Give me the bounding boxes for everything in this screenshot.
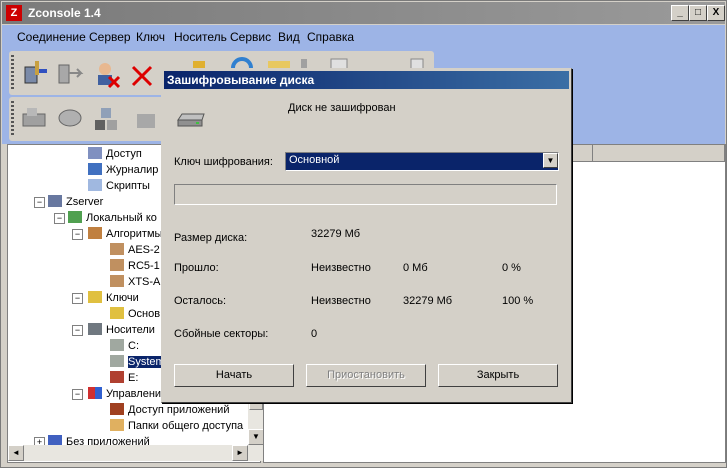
algorithm-icon <box>110 243 124 255</box>
bad-sectors-label: Сбойные секторы: <box>174 328 269 340</box>
pause-button[interactable]: Приостановить <box>306 364 426 387</box>
bad-sectors-value: 0 <box>311 328 318 340</box>
key-label: Ключ шифрования: <box>174 156 273 168</box>
tree-node-xts[interactable]: XTS-A <box>110 275 160 290</box>
tree-toggle-media[interactable]: − <box>72 325 83 336</box>
disk-icon <box>177 113 205 127</box>
app-access-icon <box>110 403 124 415</box>
menu-connection[interactable]: Соединение <box>17 30 86 44</box>
disk-tool-icon[interactable] <box>55 104 85 134</box>
scroll-right-icon[interactable]: ► <box>232 445 248 461</box>
tree-node-main-key[interactable]: Основ <box>110 307 160 322</box>
tree-node-app-access[interactable]: Доступ приложений <box>110 403 229 418</box>
menu-help[interactable]: Справка <box>307 30 354 44</box>
tree-node-keys[interactable]: Ключи <box>88 291 139 306</box>
tree-node-management[interactable]: Управлени <box>88 387 161 402</box>
menu-key[interactable]: Ключ <box>136 30 165 44</box>
remaining-percent: 100 % <box>502 295 534 307</box>
tree-toggle-management[interactable]: − <box>72 389 83 400</box>
decrypt-tool-icon[interactable] <box>131 104 161 134</box>
tree-toggle-keys[interactable]: − <box>72 293 83 304</box>
remaining-label: Осталось: <box>174 295 227 307</box>
chevron-down-icon[interactable]: ▼ <box>543 153 558 168</box>
disk-status-text: Диск не зашифрован <box>288 102 396 114</box>
drive-icon <box>110 339 124 351</box>
tree-toggle-algorithms[interactable]: − <box>72 229 83 240</box>
tree-node-aes[interactable]: AES-2 <box>110 243 160 258</box>
algorithm-icon <box>110 259 124 271</box>
maximize-button[interactable]: □ <box>689 5 707 21</box>
tree-node-access[interactable]: Доступ <box>88 147 142 162</box>
start-button[interactable]: Начать <box>174 364 294 387</box>
app-logo-icon: Z <box>6 5 22 21</box>
shared-folders-icon <box>110 419 124 431</box>
algorithm-icon <box>110 275 124 287</box>
toolbar-grip[interactable] <box>11 55 14 91</box>
tree-toggle-local[interactable]: − <box>54 213 65 224</box>
toolbar-grip-2[interactable] <box>11 101 14 137</box>
dialog-title[interactable]: Зашифровывание диска <box>164 71 569 89</box>
disk-size-label: Размер диска: <box>174 232 248 244</box>
delete-icon[interactable] <box>127 59 157 89</box>
key-select-value: Основной <box>289 154 340 166</box>
scroll-left-icon[interactable]: ◄ <box>8 445 24 461</box>
elapsed-size: 0 Мб <box>403 262 428 274</box>
encrypt-disk-dialog: Зашифровывание диска Диск не зашифрован … <box>161 68 572 403</box>
scroll-down-icon[interactable]: ▼ <box>248 429 264 445</box>
key-select[interactable]: Основной ▼ <box>285 152 559 171</box>
menu-view[interactable]: Вид <box>278 30 300 44</box>
minimize-button[interactable]: _ <box>671 5 689 21</box>
column-header-2[interactable] <box>593 145 725 162</box>
server-connect-icon[interactable] <box>55 57 85 87</box>
elapsed-percent: 0 % <box>502 262 521 274</box>
tree-node-rc5[interactable]: RC5-1 <box>110 259 160 274</box>
tree-node-system[interactable]: System <box>110 355 165 370</box>
menu-server[interactable]: Сервер <box>89 30 131 44</box>
tree-horizontal-scrollbar[interactable] <box>8 445 264 461</box>
remaining-time: Неизвестно <box>311 295 371 307</box>
close-dialog-button[interactable]: Закрыть <box>438 364 558 387</box>
key-icon <box>110 307 124 319</box>
algorithms-icon <box>88 227 102 239</box>
elapsed-label: Прошло: <box>174 262 219 274</box>
tree-node-drive-e[interactable]: E: <box>110 371 138 386</box>
tree-node-scripts[interactable]: Скрипты <box>88 179 150 194</box>
menu-media[interactable]: Носитель <box>174 30 227 44</box>
menu-bar: Соединение Сервер Ключ Носитель Сервис В… <box>2 25 725 48</box>
tree-toggle-zserver[interactable]: − <box>34 197 45 208</box>
disk-size-value: 32279 Мб <box>311 228 361 240</box>
connect-icon[interactable] <box>21 57 51 87</box>
tree-node-zserver[interactable]: Zserver <box>48 195 103 210</box>
drive-icon <box>110 355 124 367</box>
journal-icon <box>88 163 102 175</box>
scripts-icon <box>88 179 102 191</box>
tree-node-shared-folders[interactable]: Папки общего доступа <box>110 419 243 434</box>
menu-service[interactable]: Сервис <box>230 30 271 44</box>
server-icon <box>48 195 62 207</box>
user-remove-icon[interactable] <box>93 59 123 89</box>
tree-node-media[interactable]: Носители <box>88 323 155 338</box>
tree-node-journal[interactable]: Журналир <box>88 163 158 178</box>
encrypt-tool-icon[interactable] <box>91 104 121 134</box>
remaining-size: 32279 Мб <box>403 295 453 307</box>
close-button[interactable]: X <box>707 5 725 21</box>
drive-locked-icon <box>110 371 124 383</box>
management-icon <box>88 387 102 399</box>
encryption-progress-bar <box>174 184 557 205</box>
toolbar-secondary <box>9 97 169 141</box>
tree-node-drive-c[interactable]: C: <box>110 339 139 354</box>
window-title: Zconsole 1.4 <box>28 6 101 20</box>
media-icon <box>88 323 102 335</box>
tree-node-local-computer[interactable]: Локальный ко <box>68 211 157 226</box>
title-bar[interactable]: Z Zconsole 1.4 _ □ X <box>2 2 725 24</box>
elapsed-time: Неизвестно <box>311 262 371 274</box>
main-window: Z Zconsole 1.4 _ □ X Соединение Сервер К… <box>0 0 727 468</box>
access-icon <box>88 147 102 159</box>
tree-node-algorithms[interactable]: Алгоритмы <box>88 227 162 242</box>
local-computer-icon <box>68 211 82 223</box>
keys-icon <box>88 291 102 303</box>
drive-tool-icon[interactable] <box>19 104 49 134</box>
